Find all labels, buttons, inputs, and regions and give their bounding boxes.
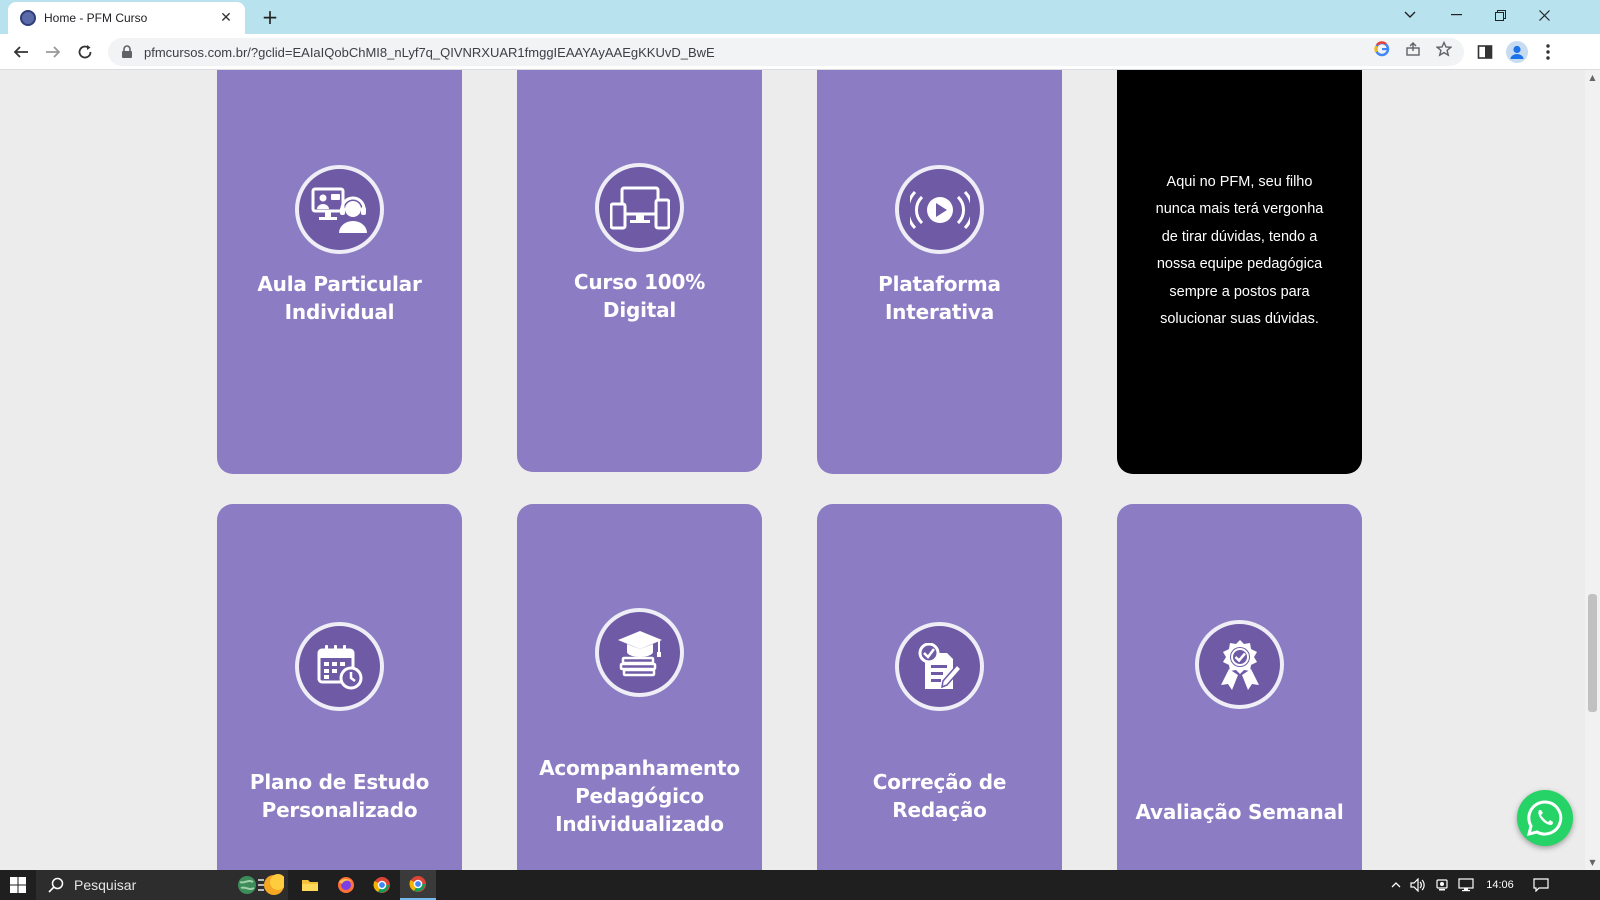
card-title: Correção de Redação — [827, 768, 1052, 824]
pfm-favicon-icon — [20, 10, 36, 26]
volume-icon[interactable] — [1408, 870, 1428, 900]
firefox-icon[interactable] — [328, 870, 364, 900]
meet-now-camera-icon[interactable] — [1432, 870, 1452, 900]
feature-card-avaliacao-semanal[interactable]: Avaliação Semanal — [1117, 504, 1362, 870]
info-line: sempre a postos para — [1169, 283, 1310, 300]
notification-center-icon[interactable] — [1528, 870, 1554, 900]
card-title-line: Plano de Estudo — [249, 770, 430, 794]
menu-kebab-icon[interactable] — [1535, 39, 1561, 65]
card-title-line: Digital — [602, 298, 677, 322]
online-tutor-icon — [295, 165, 384, 254]
scrollbar-thumb[interactable] — [1588, 594, 1597, 712]
reload-icon[interactable] — [73, 40, 97, 64]
card-title: Avaliação Semanal — [1127, 798, 1352, 826]
card-title-line: Pedagógico — [575, 784, 704, 808]
info-line: nossa equipe pedagógica — [1156, 256, 1323, 272]
feature-card-plataforma-interativa[interactable]: Plataforma Interativa — [817, 70, 1062, 474]
card-title: Acompanhamento Pedagógico Individualizad… — [527, 754, 752, 838]
search-highlight-globe-icon — [236, 873, 284, 897]
tab-close-icon[interactable]: ✕ — [217, 10, 235, 26]
card-title-line: Aula Particular — [257, 272, 422, 296]
tab-title: Home - PFM Curso — [44, 11, 148, 25]
card-title-line: Individualizado — [555, 812, 724, 836]
page-scrollbar[interactable]: ▲ ▼ — [1585, 70, 1600, 870]
info-card-text: Aqui no PFM, seu filho nunca mais terá v… — [1156, 169, 1324, 334]
whatsapp-icon — [1526, 800, 1563, 837]
taskbar-search-placeholder: Pesquisar — [74, 877, 137, 893]
card-title: Curso 100% Digital — [527, 268, 752, 324]
calendar-clock-icon — [295, 622, 384, 711]
scroll-down-arrow-icon[interactable]: ▼ — [1588, 858, 1597, 867]
google-icon[interactable] — [1373, 40, 1391, 58]
info-line: Aqui no PFM, seu filho — [1166, 173, 1313, 190]
info-line: solucionar suas dúvidas. — [1160, 311, 1319, 327]
url-text: pfmcursos.com.br/?gclid=EAIaIQobChMI8_nL… — [144, 44, 715, 60]
browser-tab[interactable]: Home - PFM Curso ✕ — [8, 2, 245, 34]
tab-search-chevron-icon[interactable] — [1388, 0, 1432, 30]
essay-check-icon — [895, 622, 984, 711]
card-title: Plano de Estudo Personalizado — [227, 768, 452, 824]
network-icon[interactable] — [1456, 870, 1476, 900]
browser-tab-strip: Home - PFM Curso ✕ + — [0, 0, 1600, 34]
card-title-line: Redação — [892, 798, 987, 822]
graduation-books-icon — [595, 608, 684, 697]
card-title-line: Plataforma — [878, 272, 1001, 296]
feature-card-plano-estudo[interactable]: Plano de Estudo Personalizado — [217, 504, 462, 870]
taskbar-search-box[interactable]: Pesquisar — [36, 870, 288, 900]
search-icon — [48, 877, 64, 893]
card-title: Plataforma Interativa — [827, 270, 1052, 326]
feature-card-aula-particular[interactable]: Aula Particular Individual — [217, 70, 462, 474]
forward-arrow-icon[interactable] — [41, 40, 65, 64]
card-title: Aula Particular Individual — [227, 270, 452, 326]
card-title-line: Avaliação Semanal — [1135, 800, 1344, 824]
award-badge-icon — [1195, 620, 1284, 709]
card-title-line: Individual — [284, 300, 395, 324]
tray-chevron-up-icon[interactable] — [1386, 870, 1406, 900]
info-line: nunca mais terá vergonha — [1155, 201, 1324, 217]
feature-card-acompanhamento[interactable]: Acompanhamento Pedagógico Individualizad… — [517, 504, 762, 870]
back-arrow-icon[interactable] — [9, 40, 33, 64]
new-tab-button[interactable]: + — [258, 5, 282, 29]
browser-toolbar: pfmcursos.com.br/?gclid=EAIaIQobChMI8_nL… — [0, 34, 1600, 70]
file-explorer-icon[interactable] — [292, 870, 328, 900]
lock-icon — [122, 45, 132, 58]
whatsapp-button[interactable] — [1517, 790, 1573, 846]
windows-start-icon[interactable] — [0, 870, 36, 900]
address-bar[interactable]: pfmcursos.com.br/?gclid=EAIaIQobChMI8_nL… — [108, 38, 1464, 66]
scroll-up-arrow-icon[interactable]: ▲ — [1588, 73, 1597, 82]
minimize-icon[interactable] — [1434, 0, 1478, 30]
card-title-line: Personalizado — [261, 798, 418, 822]
play-broadcast-icon — [895, 165, 984, 254]
feature-card-correcao-redacao[interactable]: Correção de Redação — [817, 504, 1062, 870]
side-panel-icon[interactable] — [1472, 39, 1498, 65]
card-title-line: Curso 100% — [573, 270, 706, 294]
restore-icon[interactable] — [1478, 0, 1522, 30]
bookmark-star-icon[interactable] — [1435, 40, 1453, 58]
chrome-active-window-icon[interactable] — [400, 870, 436, 900]
card-title-line: Interativa — [884, 300, 995, 324]
share-icon[interactable] — [1404, 40, 1422, 58]
feature-card-curso-digital[interactable]: Curso 100% Digital — [517, 70, 762, 472]
windows-taskbar: Pesquisar 14:06 — [0, 870, 1600, 900]
page-viewport: Aula Particular Individual Curso 100% Di… — [0, 70, 1585, 870]
chrome-icon[interactable] — [364, 870, 400, 900]
close-window-icon[interactable] — [1522, 0, 1566, 30]
devices-icon — [595, 163, 684, 252]
card-title-line: Correção de — [872, 770, 1007, 794]
profile-avatar-icon[interactable] — [1504, 39, 1530, 65]
taskbar-clock[interactable]: 14:06 — [1480, 870, 1520, 900]
card-title-line: Acompanhamento — [539, 756, 740, 780]
info-card-duvidas: Aqui no PFM, seu filho nunca mais terá v… — [1117, 70, 1362, 474]
info-line: de tirar dúvidas, tendo a — [1161, 228, 1318, 245]
